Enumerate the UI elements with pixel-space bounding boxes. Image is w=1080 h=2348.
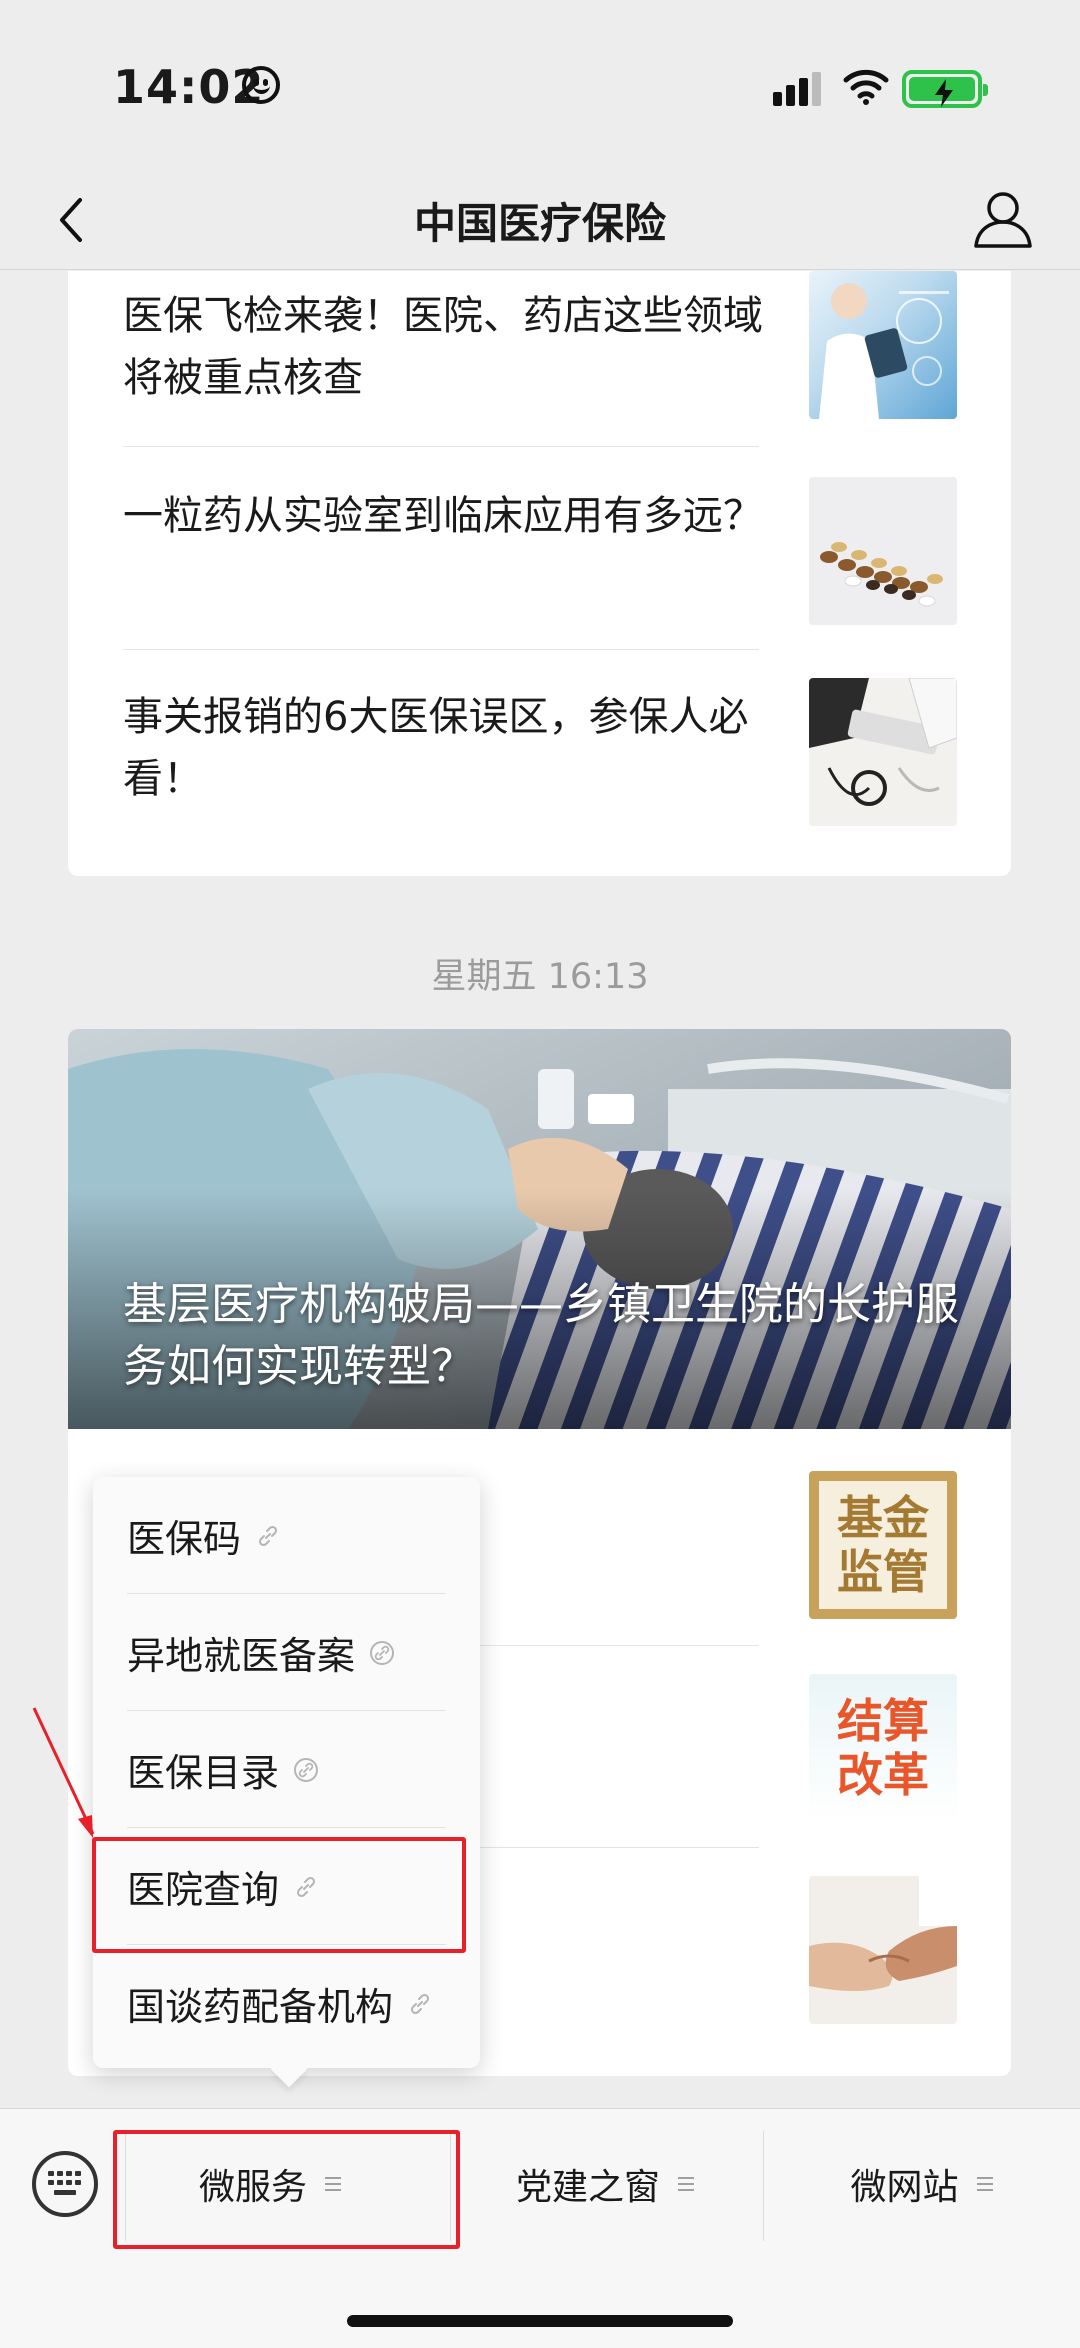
signal-icon — [773, 72, 825, 106]
smiley-icon — [242, 66, 280, 104]
menu-lines-icon — [976, 2177, 993, 2191]
menu-tab-label: 微网站 — [850, 2167, 959, 2208]
hero-caption: 基层医疗机构破局——乡镇卫生院的长护服务如何实现转型？ — [123, 1279, 959, 1392]
article-thumbnail — [809, 678, 957, 826]
hero-article[interactable]: 基层医疗机构破局——乡镇卫生院的长护服务如何实现转型？ — [68, 1029, 1011, 1429]
article-thumbnail — [809, 1876, 957, 2024]
menu-item-label: 医保码 — [127, 1517, 242, 1561]
thumb-text: 监管 — [837, 1545, 929, 1599]
link-icon — [294, 1757, 319, 1782]
article-thumbnail: 结算 改革 — [809, 1674, 957, 1822]
menu-lines-icon — [678, 2177, 694, 2191]
thumb-text: 结算 — [837, 1694, 929, 1748]
link-icon — [410, 1993, 430, 2014]
article-title: 医保飞检来袭！医院、药店这些领域将被重点核查 — [123, 293, 763, 401]
article-item[interactable]: 一粒药从实验室到临床应用有多远？ — [68, 447, 1011, 649]
menu-item-medical-insurance-code[interactable]: 医保码 — [93, 1477, 480, 1594]
person-icon[interactable] — [970, 184, 1036, 254]
link-icon — [258, 1525, 278, 1546]
menu-item-negotiated-drug-institutions[interactable]: 国谈药配备机构 — [93, 1945, 480, 2062]
battery-icon — [902, 70, 988, 108]
article-title: 事关报销的6大医保误区，参保人必看！ — [123, 694, 749, 802]
article-title: 一粒药从实验室到临床应用有多远？ — [123, 493, 763, 539]
keyboard-icon[interactable] — [32, 2151, 98, 2217]
highlight-box-micro-service — [113, 2130, 460, 2249]
link-icon — [370, 1640, 395, 1665]
article-item[interactable]: 事关报销的6大医保误区，参保人必看！ — [68, 650, 1011, 876]
menu-item-insurance-catalog[interactable]: 医保目录 — [93, 1711, 480, 1828]
menu-tab-label: 党建之窗 — [515, 2167, 660, 2208]
menu-tab-micro-website[interactable]: 微网站 — [763, 2149, 1080, 2219]
menu-tab-party-building[interactable]: 党建之窗 — [450, 2149, 760, 2219]
article-thumbnail — [809, 271, 957, 419]
message-timestamp: 星期五 16:13 — [431, 957, 649, 997]
home-indicator — [347, 2315, 733, 2327]
article-thumbnail: 基金 监管 — [809, 1471, 957, 1619]
menu-item-label: 异地就医备案 — [127, 1634, 356, 1678]
thumb-text: 基金 — [837, 1491, 929, 1545]
highlight-box-hospital-search — [92, 1837, 466, 1953]
status-bar: 14:02 — [0, 0, 1080, 170]
menu-item-label: 医保目录 — [127, 1751, 280, 1795]
wifi-icon — [843, 69, 889, 105]
thumb-text: 改革 — [837, 1748, 929, 1802]
article-thumbnail — [809, 477, 957, 625]
menu-item-label: 国谈药配备机构 — [127, 1985, 394, 2029]
nav-bar: 中国医疗保险 — [0, 170, 1080, 270]
menu-item-remote-medical-filing[interactable]: 异地就医备案 — [93, 1594, 480, 1711]
article-item[interactable]: 医保飞检来袭！医院、药店这些领域将被重点核查 — [68, 271, 1011, 446]
service-popup-menu: 医保码 异地就医备案 医保目录 医院查询 国谈药配备机构 — [93, 1477, 480, 2068]
article-card: 医保飞检来袭！医院、药店这些领域将被重点核查 一粒药从实验室到临床应用有多远？ — [68, 271, 1011, 876]
page-title: 中国医疗保险 — [413, 199, 666, 248]
